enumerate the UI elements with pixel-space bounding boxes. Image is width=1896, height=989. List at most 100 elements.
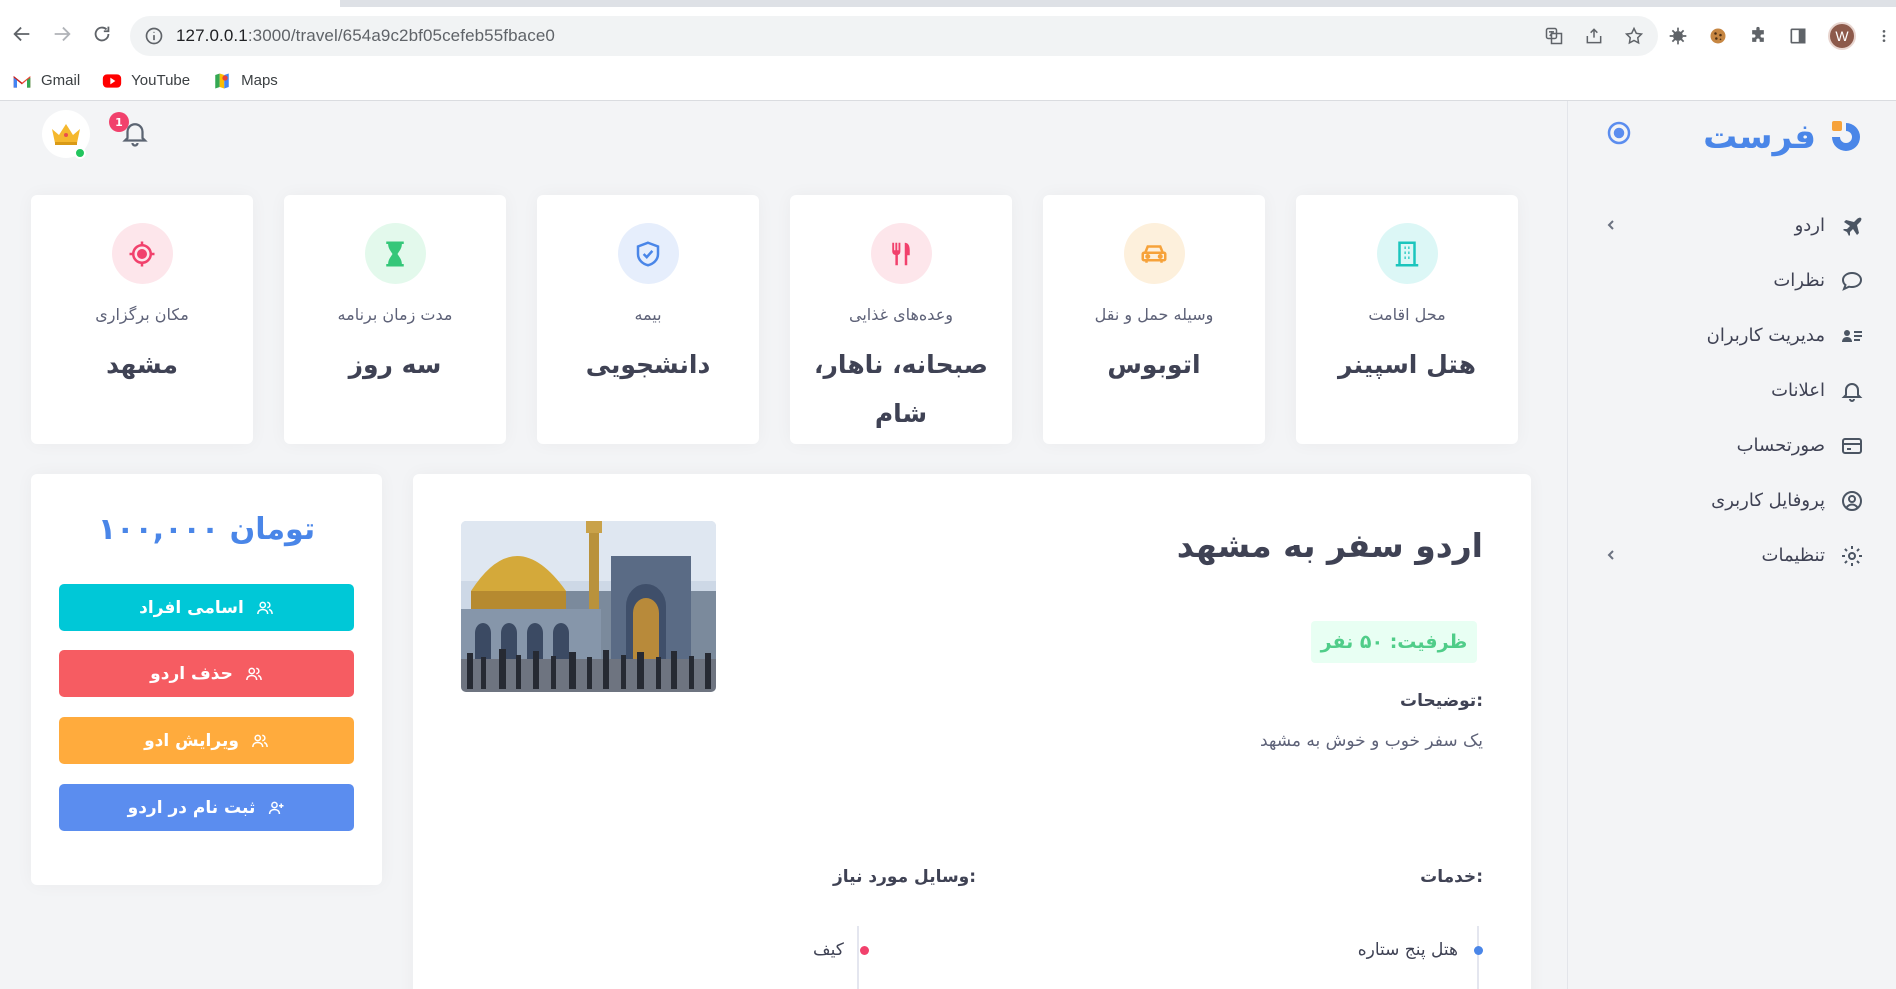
active-tab[interactable] [0,0,340,7]
description-label: توضیحات: [1400,691,1483,711]
shrine-photo-image [461,521,716,692]
sidebar-toggle-icon[interactable] [1604,118,1634,148]
stat-icon-circle [364,223,426,284]
button-label: اسامی افراد [139,597,244,618]
arrow-left-icon [13,26,30,42]
stat-value: دانشجویی [585,350,711,379]
button-label: ویرایش ادو [144,730,239,751]
bell-icon [1841,382,1863,402]
trip-photo [461,521,716,692]
card-icon [1842,437,1862,454]
stat-value: اتوبوس [1107,350,1201,379]
bookmark-gmail[interactable]: Gmail [12,72,80,90]
tab-strip [0,0,1896,7]
stat-caption: مدت زمان برنامه [337,305,453,324]
sidebar-item-label: پروفایل کاربری [1711,490,1825,511]
stat-card-meals: وعده‌های غذایی صبحانه، ناهار، شام [790,195,1012,444]
requirement-item: کیف [813,940,869,960]
arrow-right-icon [54,26,71,42]
service-item: هتل پنج ستاره [1358,940,1483,960]
services-label: خدمات: [1420,867,1483,887]
bookmark-maps[interactable]: Maps [212,72,278,90]
stat-caption: بیمه [634,305,662,324]
target-icon [129,241,155,266]
stat-card-insurance: بیمه دانشجویی [537,195,759,444]
price-text: ۱۰۰,۰۰۰ تومان [97,512,316,547]
maps-icon [215,73,229,88]
stat-value: صبحانه، ناهار، شام [814,350,988,428]
stat-caption: وعده‌های غذایی [849,305,953,324]
forward-button[interactable] [42,14,82,54]
sidebar-item-ordu[interactable]: اردو [1568,198,1896,253]
delete-ordu-button[interactable]: حذف اردو [59,650,354,697]
sidebar-item-settings[interactable]: تنظیمات [1568,528,1896,583]
sidebar-item-user-management[interactable]: مدیریت کاربران [1568,308,1896,363]
members-list-button[interactable]: اسامی افراد [59,584,354,631]
stat-caption: وسیله حمل و نقل [1094,305,1214,324]
translate-icon[interactable] [1544,26,1564,46]
capacity-badge: ظرفیت: ۵۰ نفر [1311,621,1477,663]
reload-icon [94,26,110,42]
timeline-dot [859,945,869,955]
url-host: 127.0.0.1 [176,26,248,45]
airplane-icon [1843,217,1862,236]
chevron-left-icon [1607,220,1614,230]
stat-icon-circle [870,223,932,284]
browser-toolbar: 127.0.0.1:3000/travel/654a9c2bf05cefeb55… [0,7,1896,61]
omnibox-actions [1544,16,1644,56]
url-text[interactable]: 127.0.0.1:3000/travel/654a9c2bf05cefeb55… [176,26,555,46]
car-icon [1141,244,1167,263]
more-vert-icon[interactable] [1876,26,1892,46]
stat-card-transport: وسیله حمل و نقل اتوبوس [1043,195,1265,444]
price-card: ۱۰۰,۰۰۰ تومان اسامی افراد حذف اردو ویرای… [31,474,382,885]
user-plus-icon [269,801,284,814]
bookmarks-bar: Gmail YouTube Maps [0,61,1896,101]
sidebar-item-label: اعلانات [1771,380,1825,401]
users-icon [245,667,262,680]
utensils-icon [892,242,910,265]
site-info-icon[interactable] [144,26,164,46]
chevron-left-icon [1607,550,1614,560]
bookmark-label: Maps [241,72,278,89]
sidebar-item-label: مدیریت کاربران [1706,325,1825,346]
trip-detail-card: اردو سفر به مشهد ظرفیت: ۵۰ نفر توضیحات: … [413,474,1531,989]
shield-icon [636,240,660,267]
extensions-row: W [1668,16,1892,56]
requirement-item-label: کیف [813,940,844,960]
stat-card-accommodation: محل اقامت هتل اسپینر [1296,195,1518,444]
reload-button[interactable] [82,14,122,54]
puzzle-icon[interactable] [1748,26,1768,46]
profile-avatar[interactable]: W [1828,22,1856,50]
register-ordu-button[interactable]: ثبت نام در اردو [59,784,354,831]
logo-icon [1832,121,1860,151]
share-icon[interactable] [1584,26,1604,46]
users-icon [252,734,268,747]
side-panel-icon[interactable] [1788,26,1808,46]
sidebar-item-comments[interactable]: نظرات [1568,253,1896,308]
gear-extension-icon[interactable] [1668,26,1688,46]
edit-ordu-button[interactable]: ویرایش ادو [59,717,354,764]
gear-icon [1842,545,1862,566]
stat-icon-circle [617,223,679,284]
sidebar-item-label: اردو [1794,215,1825,236]
back-button[interactable] [2,14,42,54]
stat-card-location: مکان برگزاری مشهد [31,195,253,444]
cookie-icon[interactable] [1708,26,1728,46]
address-bar[interactable]: 127.0.0.1:3000/travel/654a9c2bf05cefeb55… [130,16,1658,56]
star-icon[interactable] [1624,26,1644,46]
brand-logo[interactable]: فرست [1703,117,1866,157]
sidebar-item-label: صورتحساب [1736,435,1825,456]
bookmark-youtube[interactable]: YouTube [102,72,190,90]
description-text: یک سفر خوب و خوش به مشهد [1259,731,1483,751]
stat-caption: مکان برگزاری [95,305,189,324]
stat-value: هتل اسپینر [1338,350,1476,379]
comment-icon [1841,271,1863,291]
stat-icon-circle [1376,223,1438,284]
sidebar-item-notifications[interactable]: اعلانات [1568,363,1896,418]
timeline-dot [1474,945,1483,955]
service-item-label: هتل پنج ستاره [1357,940,1458,960]
trip-title: اردو سفر به مشهد [1176,526,1483,565]
url-path: :3000/travel/654a9c2bf05cefeb55fbace0 [247,26,555,45]
sidebar-item-billing[interactable]: صورتحساب [1568,418,1896,473]
sidebar-item-profile[interactable]: پروفایل کاربری [1568,473,1896,528]
